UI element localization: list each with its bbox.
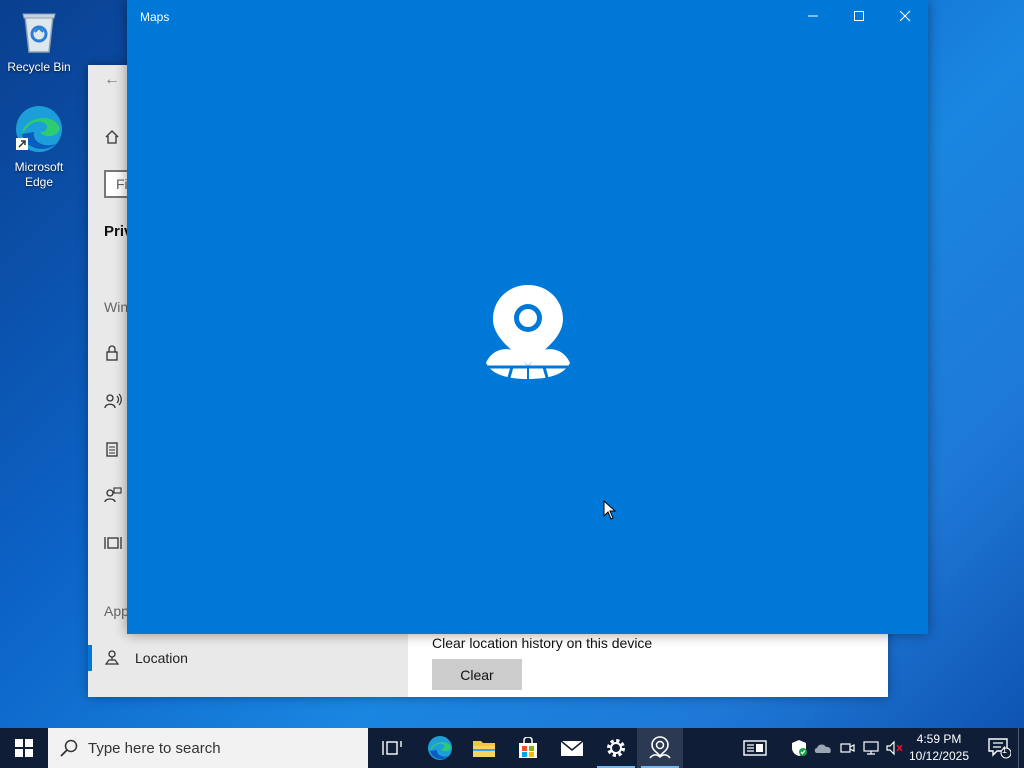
clock-date: 10/12/2025 [908, 749, 970, 763]
notification-center-icon[interactable]: 1 [976, 728, 1022, 768]
lock-icon[interactable] [104, 345, 122, 363]
sidebar-item-location[interactable]: Location [135, 650, 188, 666]
location-icon [104, 649, 122, 667]
minimize-button[interactable] [790, 0, 836, 32]
notification-count: 1 [1002, 745, 1008, 755]
maps-window: Maps [127, 0, 928, 634]
maps-icon[interactable] [637, 728, 683, 768]
maps-pin-icon [482, 283, 574, 388]
section-header-windows: Win [104, 299, 129, 315]
section-header-app: App [104, 603, 129, 619]
meet-now-icon[interactable] [835, 728, 859, 768]
back-arrow-icon[interactable]: ← [104, 71, 120, 89]
taskbar-clock[interactable]: 4:59 PM 10/12/2025 [904, 731, 974, 765]
desktop-icon-label: Microsoft Edge [14, 160, 64, 189]
show-desktop-button[interactable] [1018, 728, 1024, 768]
maximize-button[interactable] [836, 0, 882, 32]
start-button[interactable] [1, 728, 47, 768]
edge-taskbar-icon[interactable] [417, 728, 463, 768]
recycle-bin-icon [1, 8, 77, 58]
clear-button[interactable]: Clear [432, 659, 522, 690]
clipboard-icon[interactable] [104, 441, 122, 459]
taskbar-search-input[interactable]: Type here to search [48, 728, 368, 768]
location-history-section: Clear location history on this device Cl… [408, 631, 888, 697]
edge-icon [1, 104, 77, 158]
search-placeholder: Type here to search [88, 740, 221, 757]
settings-icon[interactable] [593, 728, 639, 768]
network-icon[interactable] [859, 728, 883, 768]
speech-icon[interactable] [104, 393, 122, 411]
timeline-icon[interactable] [104, 535, 122, 553]
mail-icon[interactable] [549, 728, 595, 768]
search-icon [60, 739, 78, 762]
desktop-icon-recycle-bin[interactable]: Recycle Bin [1, 8, 77, 75]
clock-time: 4:59 PM [916, 732, 962, 746]
defender-icon[interactable] [787, 728, 811, 768]
close-button[interactable] [882, 0, 928, 32]
store-icon[interactable] [505, 728, 551, 768]
taskbar: Type here to search 4:59 PM 10/12/2025 1 [0, 728, 1024, 768]
home-icon[interactable] [104, 129, 122, 147]
desktop-icon-edge[interactable]: Microsoft Edge [1, 104, 77, 190]
onedrive-icon[interactable] [811, 728, 835, 768]
task-view-icon[interactable] [369, 728, 415, 768]
file-explorer-icon[interactable] [461, 728, 507, 768]
selection-indicator [88, 645, 92, 671]
desktop-icon-label: Recycle Bin [7, 60, 71, 74]
clear-history-label: Clear location history on this device [432, 635, 653, 651]
mouse-cursor-icon [603, 499, 617, 525]
news-icon[interactable] [732, 728, 778, 768]
window-title: Maps [140, 10, 170, 24]
person-feedback-icon[interactable] [104, 487, 122, 505]
